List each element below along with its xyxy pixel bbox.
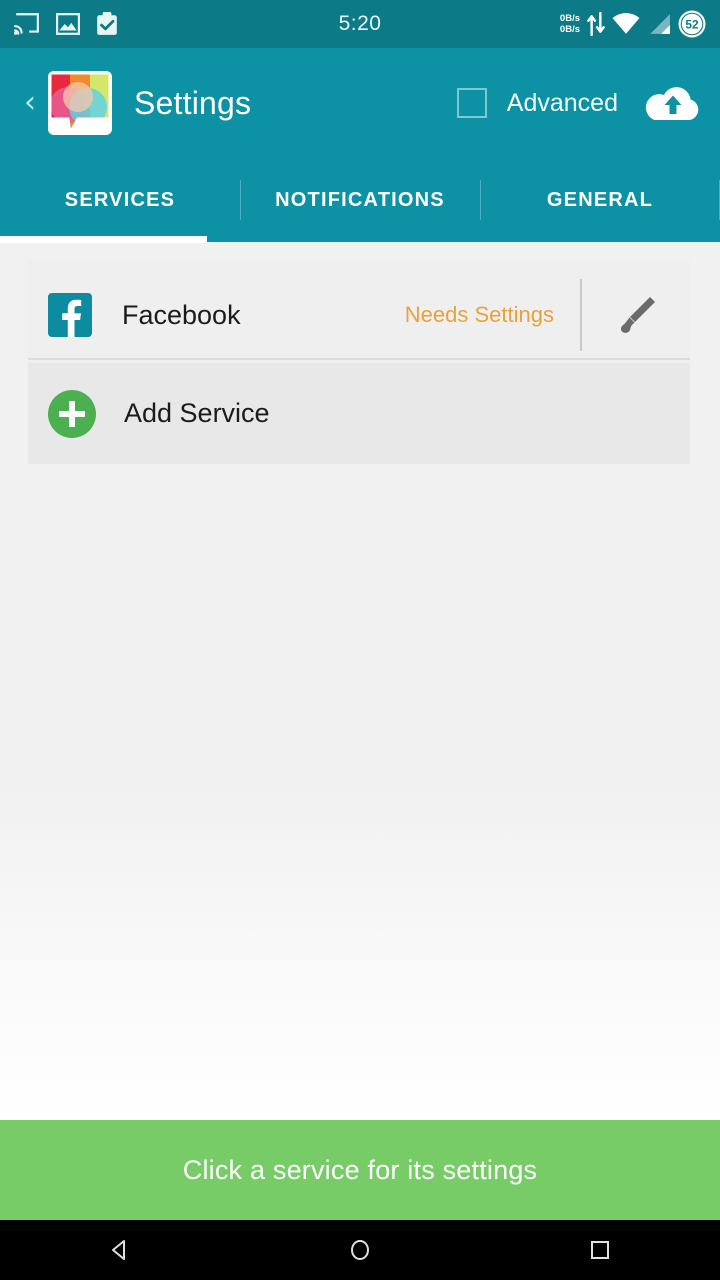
recents-square-icon bbox=[591, 1241, 609, 1259]
status-bar-right-icons: 0B/s 0B/s 52 bbox=[560, 10, 706, 38]
service-row-facebook[interactable]: Facebook Needs Settings bbox=[28, 259, 690, 371]
cloud-upload-icon[interactable] bbox=[642, 79, 704, 127]
nav-recents-button[interactable] bbox=[480, 1237, 720, 1263]
clipboard-check-icon bbox=[97, 12, 117, 35]
tab-bar: SERVICES NOTIFICATIONS GENERAL bbox=[0, 158, 720, 242]
edit-brush-icon[interactable] bbox=[582, 259, 690, 371]
active-tab-indicator bbox=[0, 236, 207, 243]
app-bar: ‹ Settings Advanced bbox=[0, 48, 720, 158]
network-speed-up: 0B/s bbox=[559, 13, 580, 24]
wifi-icon bbox=[612, 13, 640, 34]
toast-message: Click a service for its settings bbox=[182, 1154, 538, 1185]
tab-general[interactable]: GENERAL bbox=[480, 158, 720, 242]
android-nav-bar bbox=[0, 1220, 720, 1280]
network-speed-indicator: 0B/s 0B/s bbox=[560, 13, 580, 35]
service-status-badge: Needs Settings bbox=[404, 302, 554, 327]
services-list: Facebook Needs Settings Add Service bbox=[0, 243, 720, 1120]
data-transfer-icon bbox=[587, 12, 605, 36]
cell-signal-icon bbox=[650, 14, 670, 34]
status-bar: 5:20 0B/s 0B/s 52 bbox=[0, 0, 720, 48]
list-separator bbox=[28, 358, 690, 360]
nav-home-button[interactable] bbox=[240, 1237, 480, 1263]
network-speed-down: 0B/s bbox=[559, 24, 580, 35]
image-icon bbox=[56, 13, 80, 35]
add-service-label: Add Service bbox=[124, 398, 270, 428]
page-title: Settings bbox=[134, 84, 252, 121]
nav-back-button[interactable] bbox=[0, 1237, 240, 1263]
advanced-label: Advanced bbox=[506, 88, 618, 117]
advanced-checkbox[interactable] bbox=[456, 88, 487, 118]
tab-services[interactable]: SERVICES bbox=[0, 158, 240, 242]
home-circle-icon bbox=[351, 1240, 369, 1260]
toast-banner: Click a service for its settings bbox=[0, 1120, 720, 1220]
tab-notifications[interactable]: NOTIFICATIONS bbox=[240, 158, 480, 242]
back-triangle-icon bbox=[112, 1240, 125, 1260]
app-screen: 5:20 0B/s 0B/s 52 ‹ Settings Advanced SE… bbox=[0, 0, 720, 1280]
advanced-toggle-group[interactable]: Advanced bbox=[456, 88, 618, 118]
app-logo-icon bbox=[48, 71, 112, 135]
back-button[interactable]: ‹ bbox=[16, 88, 44, 118]
facebook-icon bbox=[48, 293, 92, 337]
battery-level-text: 52 bbox=[685, 17, 699, 31]
plus-icon bbox=[48, 389, 96, 438]
status-bar-left-icons bbox=[14, 12, 118, 36]
battery-icon: 52 bbox=[678, 10, 706, 38]
add-service-row[interactable]: Add Service bbox=[28, 363, 690, 464]
service-name: Facebook bbox=[122, 299, 241, 330]
cast-icon bbox=[14, 13, 39, 35]
